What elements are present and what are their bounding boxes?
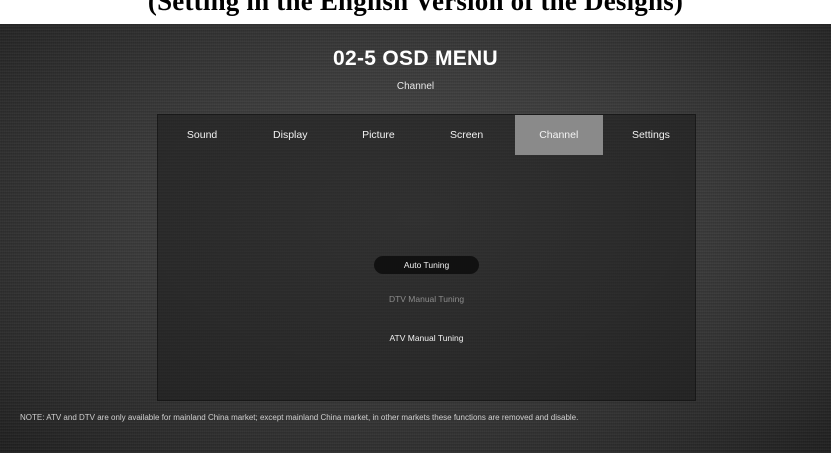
market-note: NOTE: ATV and DTV are only available for… [20, 413, 579, 422]
tab-picture[interactable]: Picture [334, 115, 422, 155]
atv-manual-tuning-option[interactable]: ATV Manual Tuning [158, 333, 695, 343]
document-caption-strip: (Setting in the English Version of the D… [0, 0, 831, 26]
dtv-manual-tuning-option[interactable]: DTV Manual Tuning [158, 294, 695, 304]
osd-menu-panel: Sound Display Picture Screen Channel Set… [157, 114, 696, 401]
tab-sound[interactable]: Sound [158, 115, 246, 155]
tab-bar: Sound Display Picture Screen Channel Set… [158, 115, 695, 155]
tab-channel[interactable]: Channel [514, 115, 603, 155]
page-subtitle: Channel [396, 81, 435, 92]
page-title: 02-5 OSD MENU [333, 47, 498, 70]
tab-settings[interactable]: Settings [607, 115, 695, 155]
page: (Setting in the English Version of the D… [0, 0, 831, 453]
tab-display[interactable]: Display [246, 115, 334, 155]
tab-screen[interactable]: Screen [423, 115, 511, 155]
auto-tuning-option[interactable]: Auto Tuning [158, 256, 695, 274]
document-caption: (Setting in the English Version of the D… [147, 0, 684, 16]
auto-tuning-label: Auto Tuning [373, 256, 480, 274]
osd-screen: 02-5 OSD MENU Channel Sound Display Pict… [0, 24, 831, 453]
